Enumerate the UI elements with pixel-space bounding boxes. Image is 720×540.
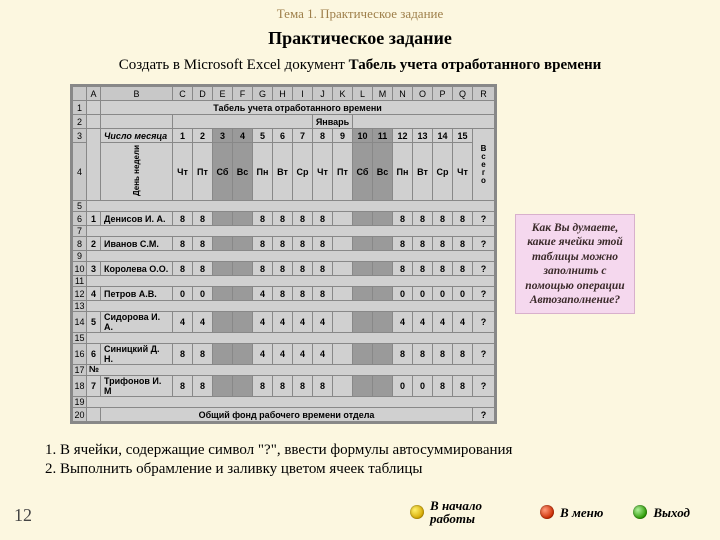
bullet-icon	[410, 505, 424, 519]
subtitle: Создать в Microsoft Excel документ Табел…	[30, 57, 690, 74]
bullet-icon	[540, 505, 554, 519]
page-number: 12	[14, 505, 32, 526]
nav-start[interactable]: В начало работы	[410, 499, 510, 526]
nav-menu[interactable]: В меню	[540, 505, 603, 519]
excel-screenshot: ABCDEFGHIJKLMNOPQR1Табель учета отработа…	[70, 84, 497, 424]
subtitle-pre: Создать в Microsoft Excel документ	[119, 57, 349, 73]
bullet-icon	[633, 505, 647, 519]
task-item: Выполнить обрамление и заливку цветом яч…	[60, 461, 690, 478]
nav-menu-label: В меню	[560, 506, 603, 520]
topic-label: Тема 1. Практическое задание	[0, 0, 720, 22]
nav-exit-label: Выход	[653, 506, 690, 520]
page-title: Практическое задание	[0, 28, 720, 49]
callout-box: Как Вы думаете, какие ячейки этой таблиц…	[515, 214, 635, 314]
subtitle-bold: Табель учета отработанного времени	[349, 57, 602, 73]
nav-bar: В начало работы В меню Выход	[410, 499, 690, 526]
task-item: В ячейки, содержащие символ "?", ввести …	[60, 442, 690, 459]
task-list: В ячейки, содержащие символ "?", ввести …	[35, 442, 690, 478]
nav-start-label: В начало работы	[430, 499, 510, 526]
nav-exit[interactable]: Выход	[633, 505, 690, 519]
